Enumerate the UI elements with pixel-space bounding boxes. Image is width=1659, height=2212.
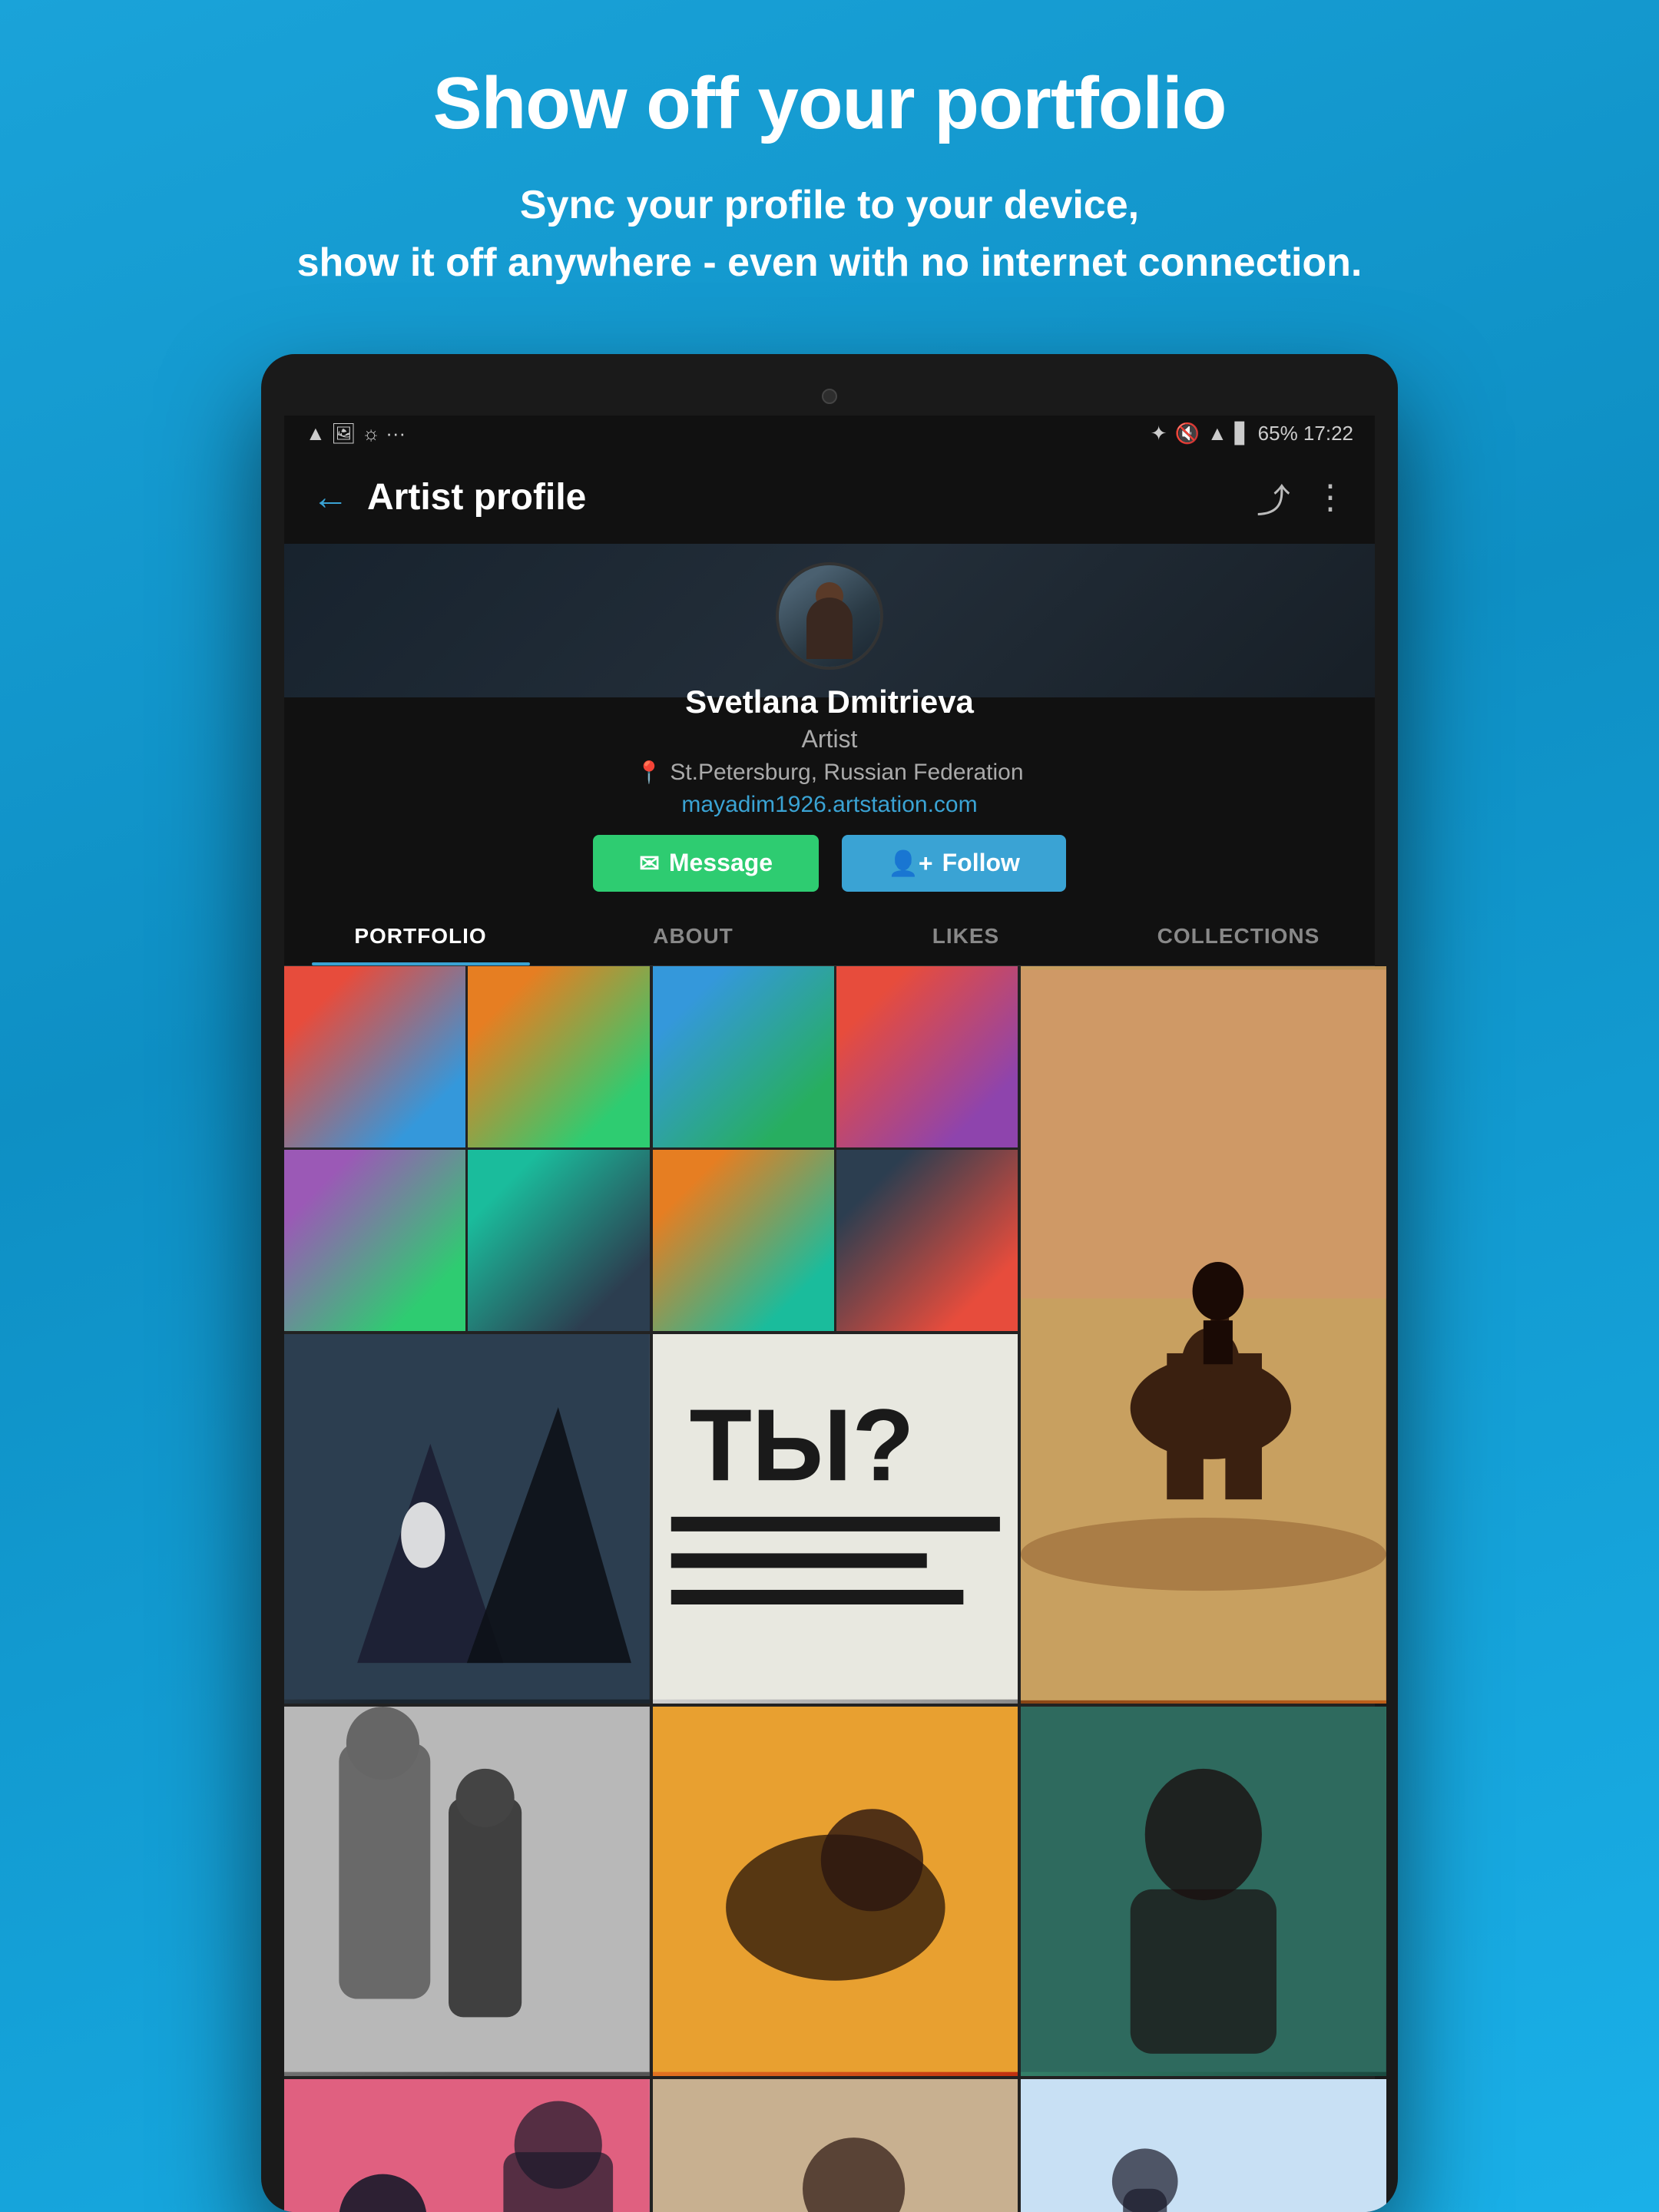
follow-button[interactable]: 👤+ Follow xyxy=(842,835,1066,892)
wifi-icon: ▲ xyxy=(1207,422,1227,445)
profile-location: 📍 St.Petersburg, Russian Federation xyxy=(635,760,1023,786)
artwork-thumbnail[interactable] xyxy=(653,1150,834,1331)
device-notch xyxy=(284,377,1375,416)
tab-collections-label: COLLECTIONS xyxy=(1157,924,1320,948)
sound-icon: 🔇 xyxy=(1175,422,1200,445)
artwork-thumbnail[interactable] xyxy=(468,966,649,1147)
profile-role: Artist xyxy=(802,725,858,753)
tab-collections[interactable]: COLLECTIONS xyxy=(1102,907,1375,965)
app-header-left: ← Artist profile xyxy=(312,476,586,518)
avatar xyxy=(776,562,883,670)
profile-name: Svetlana Dmitrieva xyxy=(685,684,974,720)
profile-website[interactable]: mayadim1926.artstation.com xyxy=(681,792,977,818)
profile-actions: ✉ Message 👤+ Follow xyxy=(593,835,1066,892)
signal-icon: ▋ xyxy=(1235,422,1250,445)
artwork-thumbnail[interactable] xyxy=(836,1150,1018,1331)
status-bar: ▲ 🖼 ☼ ··· ✦ 🔇 ▲ ▋ 65% 17:22 xyxy=(284,416,1375,452)
share-icon[interactable]: ⤴ xyxy=(1257,473,1290,522)
avatar-body xyxy=(806,598,853,659)
follow-button-label: Follow xyxy=(942,849,1020,877)
artwork-thumbnail[interactable] xyxy=(468,1150,649,1331)
back-button[interactable]: ← xyxy=(312,476,349,518)
tabs-bar: PORTFOLIO ABOUT LIKES COLLECTIONS xyxy=(284,907,1375,966)
artwork-text-poster[interactable]: ТЫ? xyxy=(653,1334,1018,1704)
device-camera xyxy=(822,389,837,404)
device-frame: ▲ 🖼 ☼ ··· ✦ 🔇 ▲ ▋ 65% 17:22 ← Artist pro… xyxy=(261,354,1398,2212)
portfolio-grid: ТЫ? xyxy=(284,966,1375,2212)
artwork-thumbnail[interactable] xyxy=(284,966,465,1147)
bluetooth-icon: ✦ xyxy=(1151,422,1167,445)
location-icon: 📍 xyxy=(635,760,662,785)
artwork-portrait-teal[interactable] xyxy=(1021,1707,1386,2076)
battery-text: 65% 17:22 xyxy=(1258,422,1353,445)
message-button-label: Message xyxy=(669,849,773,877)
artwork-winter-scene[interactable] xyxy=(1021,2079,1386,2212)
avatar-image xyxy=(779,565,880,667)
profile-section: Svetlana Dmitrieva Artist 📍 St.Petersbur… xyxy=(284,544,1375,907)
app-screen: ▲ 🖼 ☼ ··· ✦ 🔇 ▲ ▋ 65% 17:22 ← Artist pro… xyxy=(284,416,1375,2212)
page-title: Show off your portfolio xyxy=(433,61,1227,146)
artwork-silhouette-pink[interactable] xyxy=(284,2079,650,2212)
artwork-laptop-scene[interactable] xyxy=(653,2079,1018,2212)
message-icon: ✉ xyxy=(639,849,660,878)
artwork-thumbnail[interactable] xyxy=(653,966,834,1147)
artwork-portrait-yellow[interactable] xyxy=(653,1707,1018,2076)
status-bar-left: ▲ 🖼 ☼ ··· xyxy=(306,422,406,445)
tab-portfolio[interactable]: PORTFOLIO xyxy=(284,907,557,965)
artwork-desert[interactable] xyxy=(1021,966,1386,1704)
artwork-thumbnail[interactable] xyxy=(284,1150,465,1331)
message-button[interactable]: ✉ Message xyxy=(593,835,819,892)
tab-portfolio-label: PORTFOLIO xyxy=(354,924,486,948)
tab-likes[interactable]: LIKES xyxy=(830,907,1102,965)
follow-icon: 👤+ xyxy=(888,849,933,878)
header-title: Artist profile xyxy=(367,476,586,518)
tab-likes-label: LIKES xyxy=(932,924,999,948)
artwork-gray-figures[interactable] xyxy=(284,1707,650,2076)
svg-text:ТЫ?: ТЫ? xyxy=(689,1389,914,1503)
notification-icons: ▲ 🖼 ☼ ··· xyxy=(306,422,406,445)
status-bar-right: ✦ 🔇 ▲ ▋ 65% 17:22 xyxy=(1151,422,1353,445)
page-subtitle: Sync your profile to your device, show i… xyxy=(297,177,1363,293)
more-options-icon[interactable]: ⋮ xyxy=(1313,478,1347,517)
app-header: ← Artist profile ⤴ ⋮ xyxy=(284,452,1375,544)
app-header-right: ⤴ ⋮ xyxy=(1257,473,1347,522)
location-text: St.Petersburg, Russian Federation xyxy=(670,760,1023,786)
grid-composite-1 xyxy=(284,966,650,1332)
tab-about-label: ABOUT xyxy=(653,924,733,948)
grid-composite-2 xyxy=(653,966,1018,1332)
artwork-thumbnail[interactable] xyxy=(836,966,1018,1147)
artwork-rocks[interactable] xyxy=(284,1334,650,1704)
tab-about[interactable]: ABOUT xyxy=(557,907,830,965)
